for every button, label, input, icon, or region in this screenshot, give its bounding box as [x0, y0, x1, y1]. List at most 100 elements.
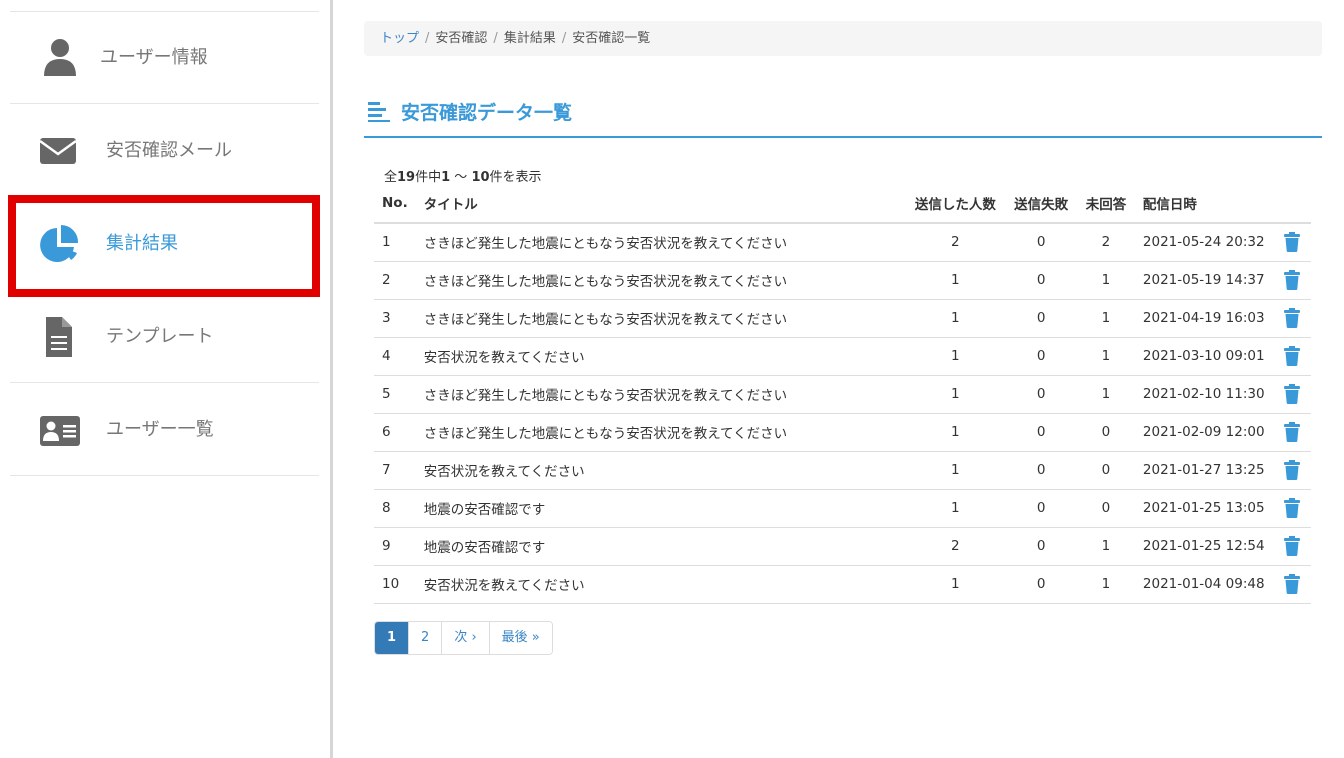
cell-unanswered: 1	[1077, 299, 1135, 338]
cell-actions	[1272, 223, 1311, 262]
cell-title: 安否状況を教えてください	[415, 337, 906, 376]
cell-sent: 2	[905, 527, 1006, 566]
table-row: 9 地震の安否確認です 2 0 1 2021-01-25 12:54	[374, 527, 1311, 566]
document-icon	[46, 317, 72, 357]
table-row: 5 さきほど発生した地震にともなう安否状況を教えてください 1 0 1 2021-02-1…	[374, 375, 1311, 414]
cell-no: 9	[374, 527, 416, 566]
table-row: 4 安否状況を教えてください 1 0 1 2021-03-10 09:01	[374, 337, 1311, 376]
sidebar-item-template[interactable]: テンプレート	[10, 291, 319, 383]
result-count: 全19件中1 〜 10件を表示	[384, 166, 542, 185]
cell-date: 2021-03-10 09:01	[1134, 337, 1273, 376]
cell-title: 地震の安否確認です	[415, 489, 906, 528]
cell-title: さきほど発生した地震にともなう安否状況を教えてください	[415, 299, 906, 338]
last-page-button[interactable]: 最後 »	[488, 622, 552, 654]
table-row: 2 さきほど発生した地震にともなう安否状況を教えてください 1 0 1 2021-05-1…	[374, 261, 1311, 300]
cell-actions	[1272, 451, 1311, 490]
cell-failed: 0	[1005, 223, 1078, 262]
sidebar-item-label: テンプレート	[106, 326, 214, 347]
breadcrumb-separator: /	[425, 31, 430, 46]
cell-sent: 2	[905, 223, 1006, 262]
id-card-icon	[40, 416, 80, 446]
cell-failed: 0	[1005, 337, 1078, 376]
cell-no: 5	[374, 375, 416, 414]
breadcrumb-separator: /	[561, 31, 567, 46]
count-total: 19	[397, 170, 416, 185]
cell-sent: 1	[905, 565, 1006, 604]
breadcrumb-item: 安否確認	[435, 31, 488, 46]
cell-unanswered: 1	[1077, 527, 1135, 566]
sidebar-item-label: ユーザー一覧	[106, 419, 214, 440]
col-header-title: タイトル	[415, 184, 906, 224]
cell-sent: 1	[905, 413, 1006, 452]
cell-date: 2021-02-10 11:30	[1134, 375, 1273, 414]
trash-icon[interactable]	[1283, 422, 1300, 442]
cell-failed: 0	[1005, 299, 1078, 338]
cell-sent: 1	[905, 337, 1006, 376]
col-header-date: 配信日時	[1134, 184, 1273, 224]
trash-icon[interactable]	[1283, 574, 1300, 594]
cell-sent: 1	[905, 299, 1006, 338]
sidebar-item-user-list[interactable]: ユーザー一覧	[10, 384, 319, 476]
trash-icon[interactable]	[1283, 460, 1300, 480]
table-row: 10 安否状況を教えてください 1 0 1 2021-01-04 09:48	[374, 565, 1311, 604]
table-row: 8 地震の安否確認です 1 0 0 2021-01-25 13:05	[374, 489, 1311, 528]
page-title: 安否確認データ一覧	[401, 102, 573, 124]
cell-no: 4	[374, 337, 416, 376]
cell-actions	[1272, 299, 1311, 338]
breadcrumb: トップ / 安否確認 / 集計結果 / 安否確認一覧	[364, 21, 1322, 56]
cell-no: 10	[374, 565, 416, 604]
table-row: 7 安否状況を教えてください 1 0 0 2021-01-27 13:25	[374, 451, 1311, 490]
cell-unanswered: 0	[1077, 413, 1135, 452]
pagination: 1 2 次 › 最後 »	[374, 621, 553, 655]
cell-sent: 1	[905, 489, 1006, 528]
cell-title: さきほど発生した地震にともなう安否状況を教えてください	[415, 413, 906, 452]
breadcrumb-separator: /	[493, 31, 498, 46]
sidebar-item-label: ユーザー情報	[100, 47, 208, 68]
sidebar-item-user-info[interactable]: ユーザー情報	[10, 12, 319, 104]
cell-title: さきほど発生した地震にともなう安否状況を教えてください	[415, 261, 906, 300]
col-header-actions	[1272, 184, 1311, 224]
trash-icon[interactable]	[1283, 498, 1300, 518]
col-header-unanswered: 未回答	[1077, 184, 1135, 224]
col-header-failed: 送信失敗	[1005, 184, 1078, 224]
cell-actions	[1272, 337, 1311, 376]
cell-title: さきほど発生した地震にともなう安否状況を教えてください	[415, 375, 906, 414]
count-prefix: 全	[384, 170, 398, 185]
trash-icon[interactable]	[1283, 384, 1300, 404]
cell-title: 地震の安否確認です	[415, 527, 906, 566]
trash-icon[interactable]	[1283, 536, 1300, 556]
cell-sent: 1	[905, 451, 1006, 490]
cell-unanswered: 0	[1077, 451, 1135, 490]
trash-icon[interactable]	[1283, 308, 1300, 328]
cell-failed: 0	[1005, 489, 1078, 528]
breadcrumb-item: 集計結果	[503, 31, 556, 46]
cell-failed: 0	[1005, 527, 1078, 566]
table-row: 6 さきほど発生した地震にともなう安否状況を教えてください 1 0 0 2021-02-0…	[374, 413, 1311, 452]
trash-icon[interactable]	[1283, 232, 1300, 253]
cell-no: 2	[374, 261, 416, 300]
sidebar-item-safety-mail[interactable]: 安否確認メール	[10, 105, 319, 197]
active-item-highlight	[8, 195, 320, 297]
cell-actions	[1272, 527, 1311, 566]
cell-date: 2021-01-25 12:54	[1134, 527, 1273, 566]
page-heading: 安否確認データ一覧	[364, 94, 1322, 138]
cell-actions	[1272, 413, 1311, 452]
cell-sent: 1	[905, 375, 1006, 414]
breadcrumb-current: 安否確認一覧	[572, 31, 651, 46]
trash-icon[interactable]	[1283, 270, 1300, 290]
sidebar-item-label: 安否確認メール	[106, 140, 232, 161]
table-body: 1 さきほど発生した地震にともなう安否状況を教えてください 2 0 2 2021-05-2…	[374, 223, 1311, 604]
page-2-button[interactable]: 2	[408, 622, 442, 654]
cell-date: 2021-05-24 20:32	[1134, 223, 1273, 262]
cell-no: 7	[374, 451, 416, 490]
breadcrumb-link-top[interactable]: トップ	[380, 31, 419, 46]
cell-failed: 0	[1005, 565, 1078, 604]
page-1-button[interactable]: 1	[375, 622, 409, 654]
next-page-button[interactable]: 次 ›	[441, 622, 489, 654]
envelope-icon	[39, 138, 77, 164]
table-header-row: No. タイトル 送信した人数 送信失敗 未回答 配信日時	[374, 184, 1311, 224]
trash-icon[interactable]	[1283, 346, 1300, 366]
cell-unanswered: 1	[1077, 375, 1135, 414]
cell-sent: 1	[905, 261, 1006, 300]
table-row: 1 さきほど発生した地震にともなう安否状況を教えてください 2 0 2 2021-05-2…	[374, 223, 1311, 262]
